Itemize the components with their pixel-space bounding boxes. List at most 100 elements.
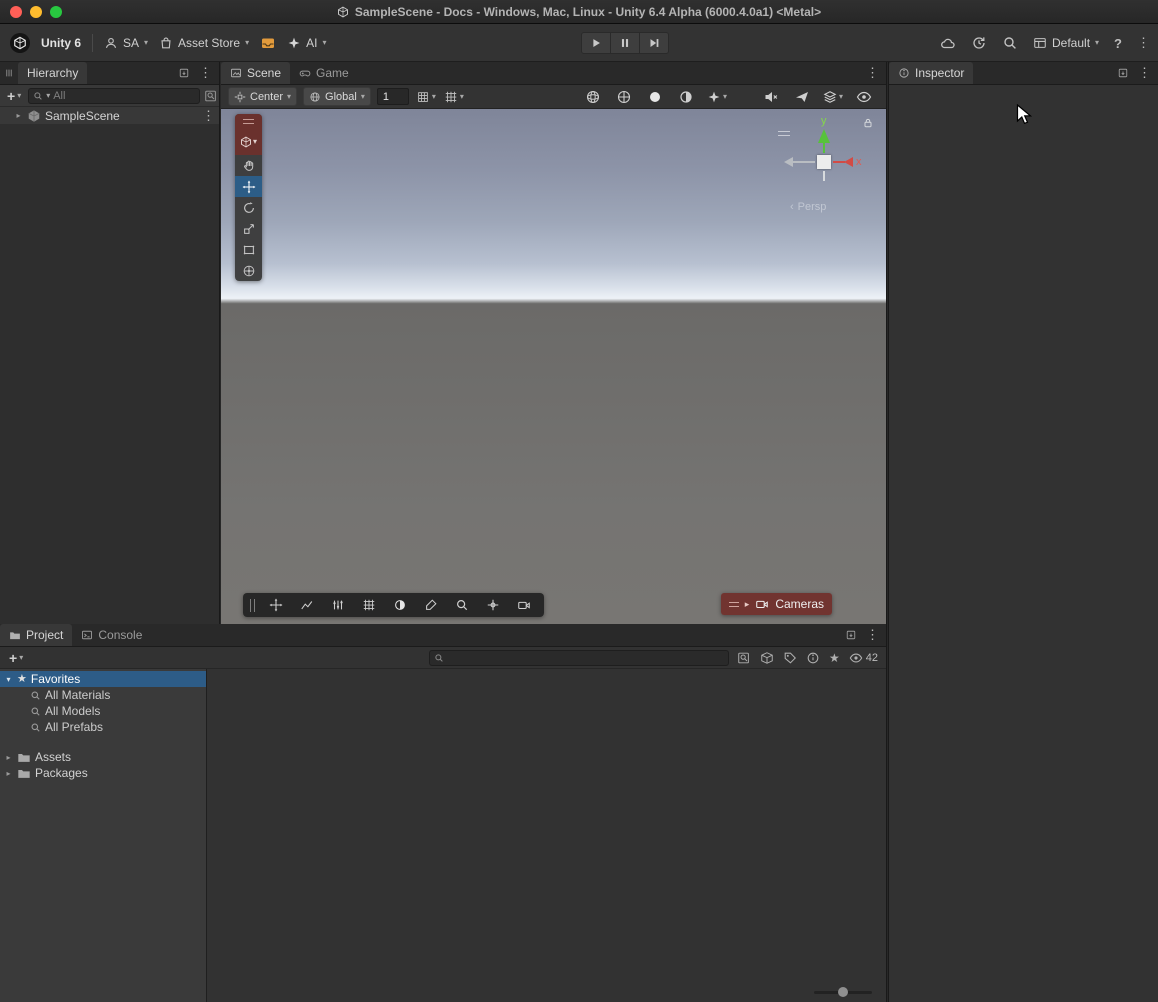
orientation-gizmo[interactable]: y x ‹ Persp xyxy=(778,117,870,225)
package-icon[interactable] xyxy=(760,651,774,665)
shading-sphere-icon[interactable] xyxy=(582,87,604,106)
ai-dropdown[interactable]: AI ▾ xyxy=(287,36,326,50)
dock-icon[interactable] xyxy=(1117,67,1129,79)
overlay-toolbar-handle[interactable] xyxy=(250,599,255,612)
cameras-overlay[interactable]: ▸ Cameras xyxy=(721,593,832,615)
audio-mute-icon[interactable] xyxy=(760,87,782,106)
effects-sparkle-dropdown[interactable]: ▾ xyxy=(706,87,728,106)
expand-icon[interactable]: ▸ xyxy=(4,753,13,762)
grid-visibility-dropdown[interactable]: ▾ xyxy=(443,87,465,106)
hierarchy-search-input[interactable] xyxy=(53,90,195,102)
close-button[interactable] xyxy=(10,6,22,18)
asset-store-dropdown[interactable]: Asset Store ▾ xyxy=(159,36,249,50)
star-icon[interactable]: ★ xyxy=(829,651,840,665)
tools-overlay-handle[interactable] xyxy=(235,114,262,129)
rect-tool[interactable] xyxy=(235,239,262,260)
tree-item-assets[interactable]: ▸ Assets xyxy=(0,749,206,765)
graph-overlay-icon[interactable] xyxy=(291,595,322,615)
view-tool-dropdown[interactable]: ▾ xyxy=(235,129,262,155)
project-content-area[interactable] xyxy=(207,669,886,1002)
pivot-dropdown[interactable]: Center ▾ xyxy=(228,87,297,106)
scale-tool[interactable] xyxy=(235,218,262,239)
open-search-icon[interactable] xyxy=(204,89,218,103)
tab-inspector[interactable]: Inspector xyxy=(889,62,973,84)
y-axis-cone[interactable] xyxy=(818,129,830,143)
tree-item-favorites[interactable]: ▾ ★ Favorites xyxy=(0,671,206,687)
tab-project[interactable]: Project xyxy=(0,624,72,646)
hierarchy-item-samplescene[interactable]: ▸ SampleScene ⋮ xyxy=(0,107,219,124)
rotate-tool[interactable] xyxy=(235,197,262,218)
tab-console[interactable]: Console xyxy=(72,624,151,646)
panel-menu-icon[interactable]: ⋮ xyxy=(1138,65,1151,81)
neg-x-axis-cone[interactable] xyxy=(784,157,793,167)
hand-tool[interactable] xyxy=(235,155,262,176)
tab-hierarchy[interactable]: Hierarchy xyxy=(18,62,87,84)
minimize-button[interactable] xyxy=(30,6,42,18)
tree-item-all-materials[interactable]: All Materials xyxy=(0,687,206,703)
gizmo-lock-icon[interactable] xyxy=(862,117,874,129)
expand-icon[interactable]: ▸ xyxy=(4,769,13,778)
skybox-globe-icon[interactable] xyxy=(613,87,635,106)
x-axis-cone[interactable] xyxy=(844,157,853,167)
tab-scene[interactable]: Scene xyxy=(221,62,290,84)
white-sphere-icon[interactable] xyxy=(644,87,666,106)
gizmo-center-cube[interactable] xyxy=(817,155,831,169)
scene-viewport[interactable]: ▾ xyxy=(221,109,886,624)
gizmo-overlay-handle[interactable] xyxy=(778,131,790,136)
info-icon[interactable] xyxy=(806,651,820,665)
projection-toggle[interactable]: ‹ Persp xyxy=(790,201,826,213)
grid-size-input[interactable] xyxy=(377,88,409,105)
hierarchy-search-field[interactable]: ▾ xyxy=(28,88,200,104)
item-menu-icon[interactable]: ⋮ xyxy=(202,108,215,124)
project-search-field[interactable] xyxy=(429,650,729,666)
tag-icon[interactable] xyxy=(783,651,797,665)
transform-tool[interactable] xyxy=(235,260,262,281)
slider-knob[interactable] xyxy=(838,987,848,997)
tree-item-packages[interactable]: ▸ Packages xyxy=(0,765,206,781)
visibility-counter[interactable]: 42 xyxy=(849,651,878,665)
cameras-overlay-icon[interactable] xyxy=(508,595,539,615)
toolbar-menu-icon[interactable]: ⋮ xyxy=(1137,35,1150,51)
tab-game[interactable]: Game xyxy=(290,62,358,84)
panel-menu-icon[interactable]: ⋮ xyxy=(866,627,879,643)
cameras-overlay-handle[interactable] xyxy=(729,602,739,607)
panel-menu-icon[interactable]: ⋮ xyxy=(199,65,212,81)
search-icon[interactable] xyxy=(1002,35,1018,51)
layers-dropdown[interactable]: ▾ xyxy=(822,87,844,106)
snap-settings-dropdown[interactable]: ▾ xyxy=(415,87,437,106)
move-tool[interactable] xyxy=(235,176,262,197)
expand-icon[interactable]: ▸ xyxy=(14,111,23,120)
notifications-tray-button[interactable] xyxy=(260,35,276,51)
add-asset-button[interactable]: + ▾ xyxy=(6,650,26,666)
history-icon[interactable] xyxy=(971,35,987,51)
dock-icon[interactable] xyxy=(845,629,857,641)
eye-icon[interactable] xyxy=(853,87,875,106)
sliders-overlay-icon[interactable] xyxy=(322,595,353,615)
orientation-overlay-icon[interactable] xyxy=(384,595,415,615)
paper-plane-icon[interactable] xyxy=(791,87,813,106)
panel-menu-icon[interactable]: ⋮ xyxy=(866,65,879,81)
help-icon[interactable]: ? xyxy=(1114,36,1122,51)
grid-overlay-icon[interactable] xyxy=(353,595,384,615)
step-button[interactable] xyxy=(639,32,669,54)
add-object-button[interactable]: + ▾ xyxy=(4,88,24,104)
snap-overlay-icon[interactable] xyxy=(477,595,508,615)
cloud-icon[interactable] xyxy=(940,35,956,51)
tree-item-all-prefabs[interactable]: All Prefabs xyxy=(0,719,206,735)
dock-icon[interactable] xyxy=(178,67,190,79)
open-search-icon[interactable] xyxy=(737,651,751,665)
layout-dropdown[interactable]: Default ▾ xyxy=(1033,36,1099,50)
play-button[interactable] xyxy=(581,32,611,54)
brush-overlay-icon[interactable] xyxy=(415,595,446,615)
zoom-button[interactable] xyxy=(50,6,62,18)
project-search-input[interactable] xyxy=(447,652,724,664)
expand-icon[interactable]: ▾ xyxy=(4,675,13,684)
thumbnail-zoom-slider[interactable] xyxy=(814,986,872,998)
account-dropdown[interactable]: SA ▾ xyxy=(104,36,148,50)
move-overlay-icon[interactable] xyxy=(260,595,291,615)
search-overlay-icon[interactable] xyxy=(446,595,477,615)
tree-item-all-models[interactable]: All Models xyxy=(0,703,206,719)
pause-button[interactable] xyxy=(610,32,640,54)
orientation-dropdown[interactable]: Global ▾ xyxy=(303,87,371,106)
half-sphere-icon[interactable] xyxy=(675,87,697,106)
